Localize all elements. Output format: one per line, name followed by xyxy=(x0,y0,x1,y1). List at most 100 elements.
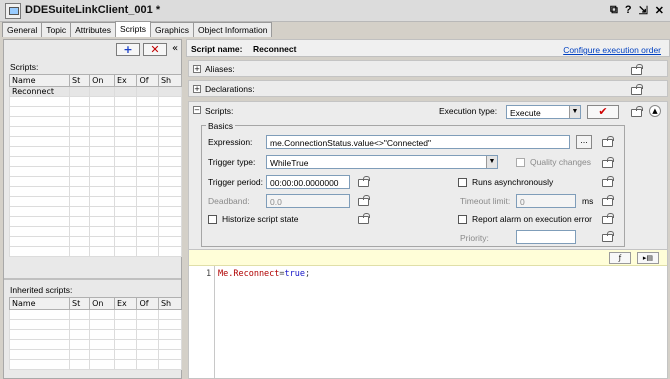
lock-icon[interactable] xyxy=(631,106,643,117)
table-row xyxy=(9,236,183,247)
historize-label: Historize script state xyxy=(222,214,299,224)
lock-icon[interactable] xyxy=(358,176,370,187)
tab-topic[interactable]: Topic xyxy=(41,22,72,37)
lock-icon[interactable] xyxy=(358,195,370,206)
expand-icon[interactable]: + xyxy=(193,85,201,93)
table-row xyxy=(9,126,183,137)
column-header[interactable]: Ex xyxy=(113,297,138,310)
dropdown-arrow-icon[interactable]: ▼ xyxy=(569,106,580,118)
column-header[interactable]: St xyxy=(68,297,91,310)
aliases-section[interactable]: + Aliases: xyxy=(188,60,668,77)
configure-execution-order-link[interactable]: Configure execution order xyxy=(563,45,661,55)
quality-changes-label: Quality changes xyxy=(530,157,591,167)
table-row xyxy=(9,226,183,237)
lock-icon[interactable] xyxy=(602,213,614,224)
execution-type-select[interactable]: Execute ▼ xyxy=(506,105,581,119)
add-script-button[interactable]: + xyxy=(116,43,140,56)
column-header[interactable]: Name xyxy=(9,74,70,87)
trigger-type-value: WhileTrue xyxy=(270,158,309,168)
execution-type-value: Execute xyxy=(510,108,541,118)
tab-general[interactable]: General xyxy=(2,22,43,37)
trigger-period-label: Trigger period: xyxy=(208,177,263,187)
priority-label: Priority: xyxy=(460,233,489,243)
delete-script-button[interactable]: ✕ xyxy=(143,43,167,56)
tab-strip: General Topic Attributes Scripts Graphic… xyxy=(2,21,273,38)
lock-icon[interactable] xyxy=(602,176,614,187)
close-icon[interactable]: ✕ xyxy=(655,4,664,17)
execution-type-label: Execution type: xyxy=(439,106,498,116)
restore-icon[interactable]: ⧉ xyxy=(610,4,618,17)
column-header[interactable]: Sh xyxy=(157,297,183,310)
expression-browse-button[interactable]: ... xyxy=(576,135,592,149)
apply-button[interactable]: ✔ xyxy=(587,105,619,119)
trigger-type-select[interactable]: WhileTrue ▼ xyxy=(266,155,498,169)
table-row xyxy=(9,146,183,157)
script-name-cell[interactable]: Reconnect xyxy=(9,86,70,97)
trigger-period-input[interactable]: 00:00:00.0000000 xyxy=(266,175,350,189)
quality-changes-checkbox[interactable] xyxy=(516,158,525,167)
tab-attributes[interactable]: Attributes xyxy=(70,22,116,37)
deadband-input[interactable]: 0.0 xyxy=(266,194,350,208)
tab-graphics[interactable]: Graphics xyxy=(149,22,194,37)
table-row xyxy=(9,136,183,147)
scripts-list-panel: + ✕ « Scripts: Name St On Ex Of Sh Recon… xyxy=(3,39,183,379)
inherited-table-header: Name St On Ex Of Sh xyxy=(9,297,183,310)
script-name-label: Script name: xyxy=(191,44,243,54)
scripts-table-header: Name St On Ex Of Sh xyxy=(9,74,183,87)
code-object: Me.Reconnect xyxy=(218,269,280,279)
help-icon[interactable]: ? xyxy=(625,4,632,17)
table-row xyxy=(9,186,183,197)
column-header[interactable]: Of xyxy=(136,297,159,310)
column-header[interactable]: Of xyxy=(136,74,159,87)
lock-icon[interactable] xyxy=(631,64,643,75)
dock-icon[interactable]: ⇲ xyxy=(639,4,648,17)
code-editor[interactable]: ƒ ▸▤ 1 Me.Reconnect=true; xyxy=(188,249,668,379)
runs-asynchronously-checkbox[interactable] xyxy=(458,178,467,187)
report-alarm-checkbox[interactable] xyxy=(458,215,467,224)
collapse-icon[interactable]: − xyxy=(193,106,201,114)
code-end: ; xyxy=(305,269,311,279)
table-row xyxy=(9,246,183,257)
window-title: DDESuiteLinkClient_001 * xyxy=(25,4,161,16)
timeout-unit: ms xyxy=(582,196,594,206)
line-number-gutter xyxy=(189,266,215,378)
lock-icon[interactable] xyxy=(602,231,614,242)
historize-checkbox[interactable] xyxy=(208,215,217,224)
table-row xyxy=(9,206,183,217)
tab-scripts[interactable]: Scripts xyxy=(115,21,151,37)
deadband-label: Deadband: xyxy=(208,196,250,206)
table-row xyxy=(9,106,183,117)
timeout-limit-input[interactable]: 0 xyxy=(516,194,576,208)
panel-splitter[interactable] xyxy=(4,278,181,280)
table-row xyxy=(9,96,183,107)
column-header[interactable]: Ex xyxy=(113,74,138,87)
column-header[interactable]: Sh xyxy=(157,74,183,87)
lock-icon[interactable] xyxy=(358,213,370,224)
declarations-label: Declarations: xyxy=(205,84,255,94)
expression-label: Expression: xyxy=(208,137,253,147)
column-header[interactable]: On xyxy=(89,74,115,87)
table-row[interactable]: Reconnect xyxy=(9,86,183,97)
lock-icon[interactable] xyxy=(602,157,614,168)
dropdown-arrow-icon[interactable]: ▼ xyxy=(486,156,497,168)
lock-icon[interactable] xyxy=(602,136,614,147)
code-line[interactable]: Me.Reconnect=true; xyxy=(218,269,310,279)
declarations-section[interactable]: + Declarations: xyxy=(188,80,668,97)
priority-input[interactable] xyxy=(516,230,576,244)
table-row xyxy=(9,349,183,360)
table-row xyxy=(9,309,183,320)
tab-object-information[interactable]: Object Information xyxy=(193,22,273,37)
lock-icon[interactable] xyxy=(602,195,614,206)
function-browser-icon[interactable]: ƒ xyxy=(609,252,631,264)
column-header[interactable]: St xyxy=(68,74,91,87)
expression-input[interactable]: me.ConnectionStatus.value<>"Connected" xyxy=(266,135,570,149)
lock-icon[interactable] xyxy=(631,84,643,95)
collapse-panel-icon[interactable]: « xyxy=(172,43,178,54)
table-row xyxy=(9,359,183,370)
collapse-up-icon[interactable]: ▲ xyxy=(649,105,661,117)
expand-icon[interactable]: + xyxy=(193,65,201,73)
scripts-label: Scripts: xyxy=(10,62,39,72)
column-header[interactable]: Name xyxy=(9,297,70,310)
attribute-browser-icon[interactable]: ▸▤ xyxy=(637,252,659,264)
column-header[interactable]: On xyxy=(89,297,115,310)
